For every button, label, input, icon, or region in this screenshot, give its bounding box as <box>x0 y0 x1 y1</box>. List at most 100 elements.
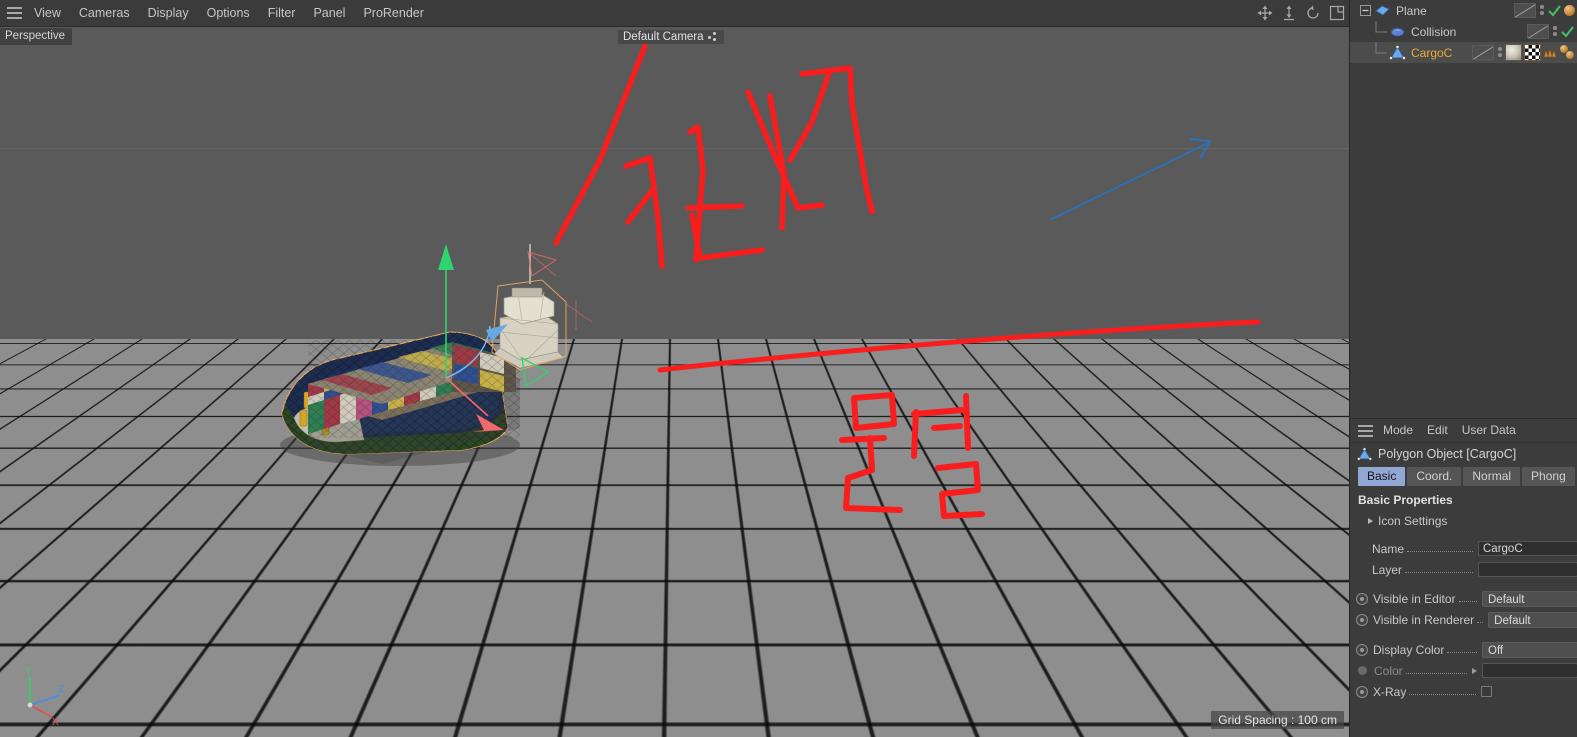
tag-cloth-icon[interactable] <box>1543 45 1558 60</box>
camera-dots-icon <box>707 31 719 43</box>
field-row-visible-in-editor[interactable]: Visible in Editor Default <box>1350 588 1577 609</box>
label-visible-in-renderer: Visible in Renderer <box>1373 612 1475 627</box>
tab-normal[interactable]: Normal <box>1463 467 1521 486</box>
plane-object-icon[interactable] <box>1374 3 1391 18</box>
axis-orientation-gizmo: Y Z X <box>25 666 64 727</box>
basic-properties-fields[interactable]: Name CargoC Layer Visible in Editor Defa… <box>1350 532 1577 702</box>
right-panel-column: Plane Collision CargoC Mode Edit User Da… <box>1349 0 1577 737</box>
rotate-view-icon[interactable] <box>1305 5 1321 21</box>
viewport-menu-panel[interactable]: Panel <box>304 0 354 26</box>
viewport[interactable]: View Cameras Display Options Filter Pane… <box>0 0 1349 737</box>
projection-label: Perspective <box>0 28 73 45</box>
collision-object-icon[interactable] <box>1389 24 1406 39</box>
field-row-display-color[interactable]: Display Color Off <box>1350 639 1577 660</box>
polygon-object-icon <box>1357 447 1372 461</box>
tag-material-icon[interactable] <box>1505 44 1522 61</box>
object-row-controls-plane[interactable] <box>1514 0 1577 21</box>
chevron-right-icon[interactable] <box>1472 667 1477 674</box>
dot-leader <box>1405 664 1467 674</box>
field-row-xray[interactable]: X-Ray <box>1350 681 1577 702</box>
polygon-object-icon[interactable] <box>1389 45 1406 60</box>
animate-radio-xray[interactable] <box>1356 685 1368 698</box>
attribute-object-title-row: Polygon Object [CargoC] <box>1350 443 1577 465</box>
animate-radio-visible-renderer[interactable] <box>1356 613 1368 626</box>
attr-menu-mode[interactable]: Mode <box>1376 419 1420 442</box>
object-manager[interactable]: Plane Collision CargoC <box>1350 0 1577 419</box>
visible-in-editor-dropdown[interactable]: Default <box>1482 590 1577 607</box>
object-manager-list[interactable]: Plane Collision CargoC <box>1350 0 1577 63</box>
tag-dynamics-icon[interactable] <box>1564 5 1575 16</box>
hamburger-icon[interactable] <box>1354 419 1376 444</box>
ground-plane-grid <box>0 0 1349 737</box>
expand-minus-icon[interactable] <box>1360 5 1371 16</box>
floor-grid <box>0 0 1349 340</box>
object-row-plane[interactable]: Plane <box>1350 0 1577 21</box>
tag-uv-checker-icon[interactable] <box>1524 44 1541 61</box>
chevron-right-icon <box>1368 518 1373 524</box>
viewport-menu-cameras[interactable]: Cameras <box>70 0 139 26</box>
visibility-dots-icon[interactable] <box>1496 45 1503 60</box>
cinema4d-window: View Cameras Display Options Filter Pane… <box>0 0 1577 737</box>
viewport-menu-prorender[interactable]: ProRender <box>354 0 432 26</box>
viewport-menu-options[interactable]: Options <box>198 0 259 26</box>
attribute-manager[interactable]: Mode Edit User Data Polygon Object [Carg… <box>1350 419 1577 737</box>
layer-input[interactable] <box>1478 562 1577 577</box>
attribute-tabs[interactable]: Basic Coord. Normal Phong <box>1350 465 1577 489</box>
visibility-dots-icon[interactable] <box>1538 3 1545 18</box>
field-row-visible-in-renderer[interactable]: Visible in Renderer Default <box>1350 609 1577 630</box>
axis-label-y: Y <box>25 666 32 677</box>
label-visible-in-editor: Visible in Editor <box>1373 591 1456 606</box>
camera-label-overlay: Default Camera <box>618 30 724 44</box>
viewport-menu-filter[interactable]: Filter <box>259 0 305 26</box>
icon-settings-disclosure[interactable]: Icon Settings <box>1350 511 1577 532</box>
tab-phong[interactable]: Phong <box>1522 467 1575 486</box>
object-row-controls-cargoc[interactable] <box>1472 42 1577 63</box>
field-row-color[interactable]: Color <box>1350 660 1577 681</box>
layer-chip-icon[interactable] <box>1514 3 1536 18</box>
animate-radio-color[interactable] <box>1358 666 1367 675</box>
tag-dynamics-icon[interactable] <box>1560 45 1575 60</box>
viewport-menu-view[interactable]: View <box>25 0 70 26</box>
attr-menu-user-data[interactable]: User Data <box>1455 419 1523 442</box>
dot-leader <box>1405 563 1473 573</box>
label-color: Color <box>1374 663 1403 678</box>
grid-spacing-label: Grid Spacing : 100 cm <box>1211 711 1344 729</box>
dolly-view-icon[interactable] <box>1281 5 1297 21</box>
layer-chip-icon[interactable] <box>1527 24 1549 39</box>
move-view-icon[interactable] <box>1257 5 1273 21</box>
tab-coord[interactable]: Coord. <box>1407 467 1462 486</box>
animate-radio-display-color[interactable] <box>1356 643 1368 656</box>
layer-chip-icon[interactable] <box>1472 45 1494 60</box>
dot-leader <box>1477 613 1484 623</box>
visible-in-renderer-dropdown[interactable]: Default <box>1488 611 1577 628</box>
object-row-controls-collision[interactable] <box>1527 21 1577 42</box>
xray-checkbox[interactable] <box>1481 686 1492 697</box>
field-row-name[interactable]: Name CargoC <box>1350 538 1577 559</box>
tab-basic[interactable]: Basic <box>1358 467 1406 486</box>
animate-radio-visible-editor[interactable] <box>1356 592 1368 605</box>
dot-leader <box>1407 542 1473 552</box>
label-layer: Layer <box>1372 562 1403 577</box>
object-row-collision[interactable]: Collision <box>1350 21 1577 42</box>
attribute-object-title: Polygon Object [CargoC] <box>1378 447 1517 461</box>
cargo-ship-model[interactable] <box>272 232 644 470</box>
visibility-dots-icon[interactable] <box>1551 24 1558 39</box>
name-input[interactable]: CargoC <box>1478 541 1577 556</box>
horizon-line <box>0 148 1349 149</box>
viewport-menubar[interactable]: View Cameras Display Options Filter Pane… <box>0 0 1349 27</box>
hamburger-icon[interactable] <box>3 0 25 26</box>
field-row-layer[interactable]: Layer <box>1350 559 1577 580</box>
label-name: Name <box>1372 541 1405 556</box>
enabled-check-icon[interactable] <box>1547 3 1562 18</box>
display-color-dropdown[interactable]: Off <box>1482 641 1577 658</box>
object-row-cargoc[interactable]: CargoC <box>1350 42 1577 63</box>
viewport-menu-display[interactable]: Display <box>139 0 198 26</box>
enabled-check-icon[interactable] <box>1560 24 1575 39</box>
color-swatch-field[interactable] <box>1482 663 1577 678</box>
attribute-manager-menubar[interactable]: Mode Edit User Data <box>1350 419 1577 443</box>
maximize-view-icon[interactable] <box>1329 5 1345 21</box>
icon-settings-label: Icon Settings <box>1378 514 1448 528</box>
attr-menu-edit[interactable]: Edit <box>1420 419 1455 442</box>
viewport-nav-icons[interactable] <box>1257 0 1345 26</box>
dot-leader <box>1458 592 1477 602</box>
